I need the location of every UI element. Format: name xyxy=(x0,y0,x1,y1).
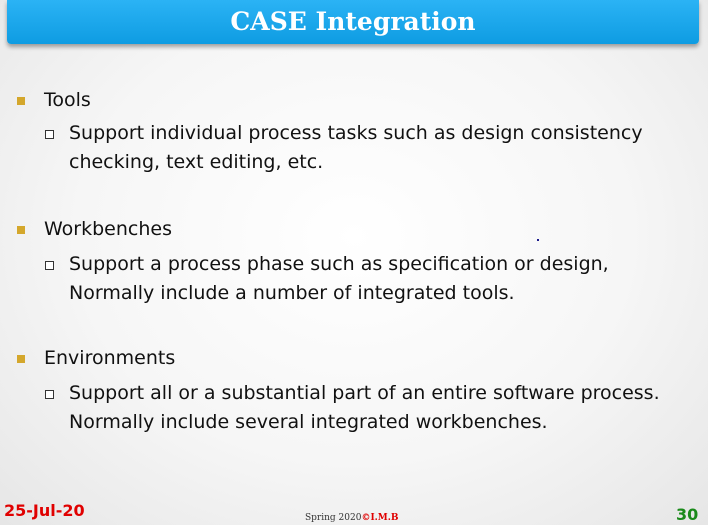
sub-bullet-line: Normally include a number of integrated … xyxy=(69,282,515,304)
square-bullet-icon xyxy=(17,355,25,363)
stray-mark xyxy=(537,239,539,241)
slide-title: CASE Integration xyxy=(230,7,476,36)
bullet-heading: Tools xyxy=(44,89,91,111)
sub-bullet-line: Support individual process tasks such as… xyxy=(69,122,643,144)
sub-bullet-line: Normally include several integrated work… xyxy=(69,411,548,433)
sub-bullet-text: Support individual process tasks such as… xyxy=(69,119,643,177)
hollow-square-bullet-icon xyxy=(45,390,54,399)
sub-bullet-text: Support a process phase such as specific… xyxy=(69,250,609,308)
sub-bullet-line: Support a process phase such as specific… xyxy=(69,253,609,275)
sub-bullet-line: checking, text editing, etc. xyxy=(69,151,324,173)
bullet-heading: Environments xyxy=(44,347,176,369)
footer-credit: Spring 2020©I.M.B xyxy=(305,513,398,523)
sub-bullet-line: Support all or a substantial part of an … xyxy=(69,382,660,404)
hollow-square-bullet-icon xyxy=(45,130,54,139)
footer-credit-text: Spring 2020 xyxy=(305,513,362,523)
page-number: 30 xyxy=(676,505,699,524)
square-bullet-icon xyxy=(17,97,25,105)
hollow-square-bullet-icon xyxy=(45,261,54,270)
sub-bullet-text: Support all or a substantial part of an … xyxy=(69,379,660,437)
slide-title-bar: CASE Integration xyxy=(7,0,699,44)
footer-credit-author: ©I.M.B xyxy=(361,513,399,523)
square-bullet-icon xyxy=(17,226,25,234)
footer-date: 25-Jul-20 xyxy=(4,501,85,520)
bullet-heading: Workbenches xyxy=(44,218,172,240)
